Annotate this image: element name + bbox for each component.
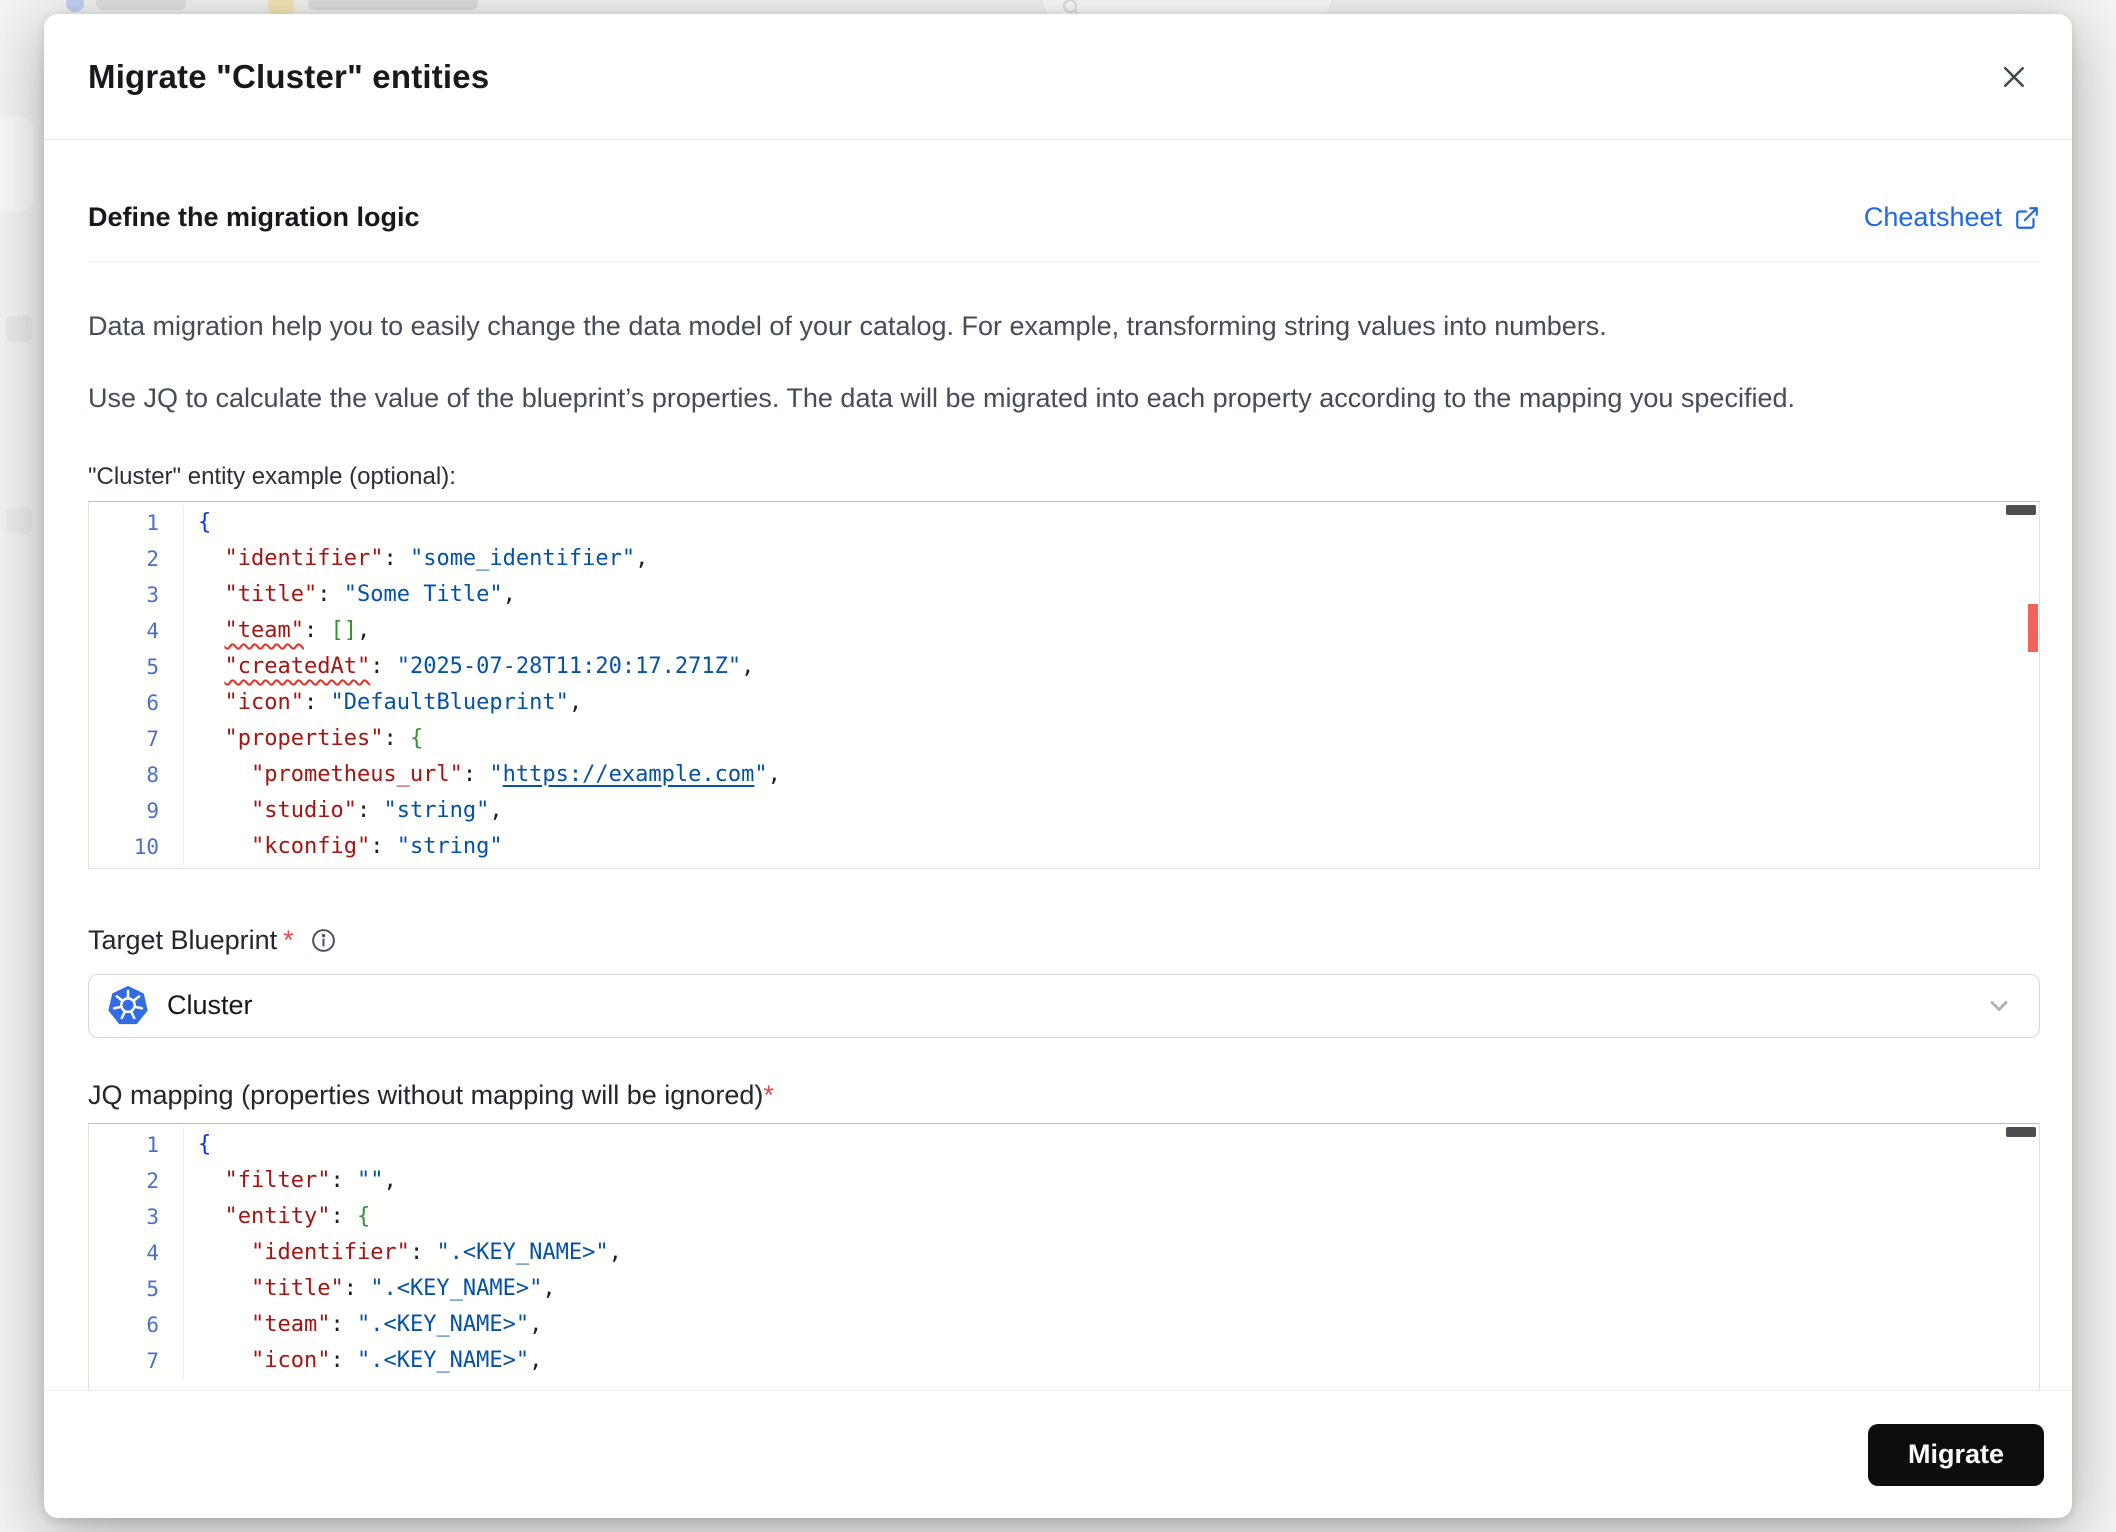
modal-body: Define the migration logic Cheatsheet Da… <box>44 140 2072 1390</box>
code-line: 4 "team": [], <box>89 612 2039 649</box>
code-lines: 1{2 "filter": "", 3 "entity": {4 "identif… <box>89 1126 2039 1379</box>
code-line: 3 "entity": { <box>89 1198 2039 1235</box>
line-number: 7 <box>146 1348 159 1373</box>
entity-example-label: "Cluster" entity example (optional): <box>88 462 456 490</box>
code-line: 6 "icon": "DefaultBlueprint", <box>89 684 2039 721</box>
jq-mapping-editor[interactable]: 1{2 "filter": "", 3 "entity": {4 "identif… <box>88 1122 2040 1390</box>
line-number: 6 <box>146 690 159 715</box>
section-heading: Define the migration logic <box>88 202 420 232</box>
migrate-button[interactable]: Migrate <box>1867 1423 2044 1486</box>
line-number: 9 <box>146 798 159 823</box>
cheatsheet-link-label: Cheatsheet <box>1863 202 2002 232</box>
target-blueprint-value: Cluster <box>167 990 253 1021</box>
external-link-icon <box>2016 206 2038 229</box>
editor-scrollbar-thumb[interactable] <box>2006 504 2036 515</box>
line-number: 7 <box>146 726 159 751</box>
code-line: 4 "identifier": ".<KEY_NAME>", <box>89 1234 2039 1271</box>
code-line: 5 "createdAt": "2025-07-28T11:20:17.271Z… <box>89 648 2039 685</box>
line-number: 2 <box>146 1168 159 1193</box>
jq-mapping-label-row: JQ mapping (properties without mapping w… <box>88 1080 2040 1111</box>
code-line: 8 "prometheus_url": "https://example.com… <box>89 756 2039 793</box>
entity-example-editor[interactable]: 1{2 "identifier": "some_identifier", 3 "t… <box>88 500 2040 869</box>
line-number: 5 <box>146 654 159 679</box>
code-line: 3 "title": "Some Title", <box>89 576 2039 613</box>
info-icon[interactable] <box>310 927 337 954</box>
description-paragraph: Use JQ to calculate the value of the blu… <box>88 383 1795 414</box>
line-number: 3 <box>146 1204 159 1229</box>
code-line: 5 "title": ".<KEY_NAME>", <box>89 1270 2039 1307</box>
code-line: 10 "kconfig": "string" <box>89 828 2039 865</box>
migrate-entities-modal: Migrate "Cluster" entities Define the mi… <box>44 14 2072 1518</box>
close-button[interactable] <box>1992 55 2036 99</box>
chevron-down-icon <box>1985 992 2013 1020</box>
line-number: 4 <box>146 618 159 643</box>
target-blueprint-label: Target Blueprint <box>88 924 278 955</box>
modal-footer: Migrate <box>44 1390 2072 1518</box>
modal-header: Migrate "Cluster" entities <box>44 14 2072 140</box>
line-number: 5 <box>146 1276 159 1301</box>
target-blueprint-select[interactable]: Cluster <box>88 973 2040 1038</box>
code-line: 7 "icon": ".<KEY_NAME>", <box>89 1342 2039 1379</box>
code-line: 9 "studio": "string", <box>89 792 2039 829</box>
code-lines: 1{2 "identifier": "some_identifier", 3 "t… <box>89 504 2039 865</box>
line-number: 10 <box>133 834 159 859</box>
kubernetes-icon <box>108 985 148 1025</box>
line-number: 4 <box>146 1240 159 1265</box>
cheatsheet-link[interactable]: Cheatsheet <box>1864 202 2040 233</box>
required-asterisk: * <box>763 1079 774 1110</box>
line-number: 2 <box>146 546 159 571</box>
line-number: 6 <box>146 1312 159 1337</box>
editor-scrollbar-thumb[interactable] <box>2006 1126 2036 1137</box>
target-blueprint-label-row: Target Blueprint * <box>88 925 2040 956</box>
code-line: 2 "identifier": "some_identifier", <box>89 540 2039 577</box>
jq-mapping-label: JQ mapping (properties without mapping w… <box>88 1079 764 1110</box>
code-line: 1{ <box>89 1126 2039 1163</box>
close-icon <box>2004 66 2024 87</box>
section-header-row: Define the migration logic Cheatsheet <box>88 140 2040 262</box>
line-number: 3 <box>146 582 159 607</box>
modal-title: Migrate "Cluster" entities <box>88 57 490 95</box>
code-line: 7 "properties": { <box>89 720 2039 757</box>
code-line: 2 "filter": "", <box>89 1162 2039 1199</box>
line-number: 1 <box>146 1132 159 1157</box>
line-number: 8 <box>146 762 159 787</box>
required-asterisk: * <box>283 924 294 955</box>
code-line: 6 "team": ".<KEY_NAME>", <box>89 1306 2039 1343</box>
line-number: 1 <box>146 510 159 535</box>
code-line: 1{ <box>89 504 2039 541</box>
description-paragraph: Data migration help you to easily change… <box>88 311 1607 341</box>
error-overview-marker <box>2028 603 2038 652</box>
